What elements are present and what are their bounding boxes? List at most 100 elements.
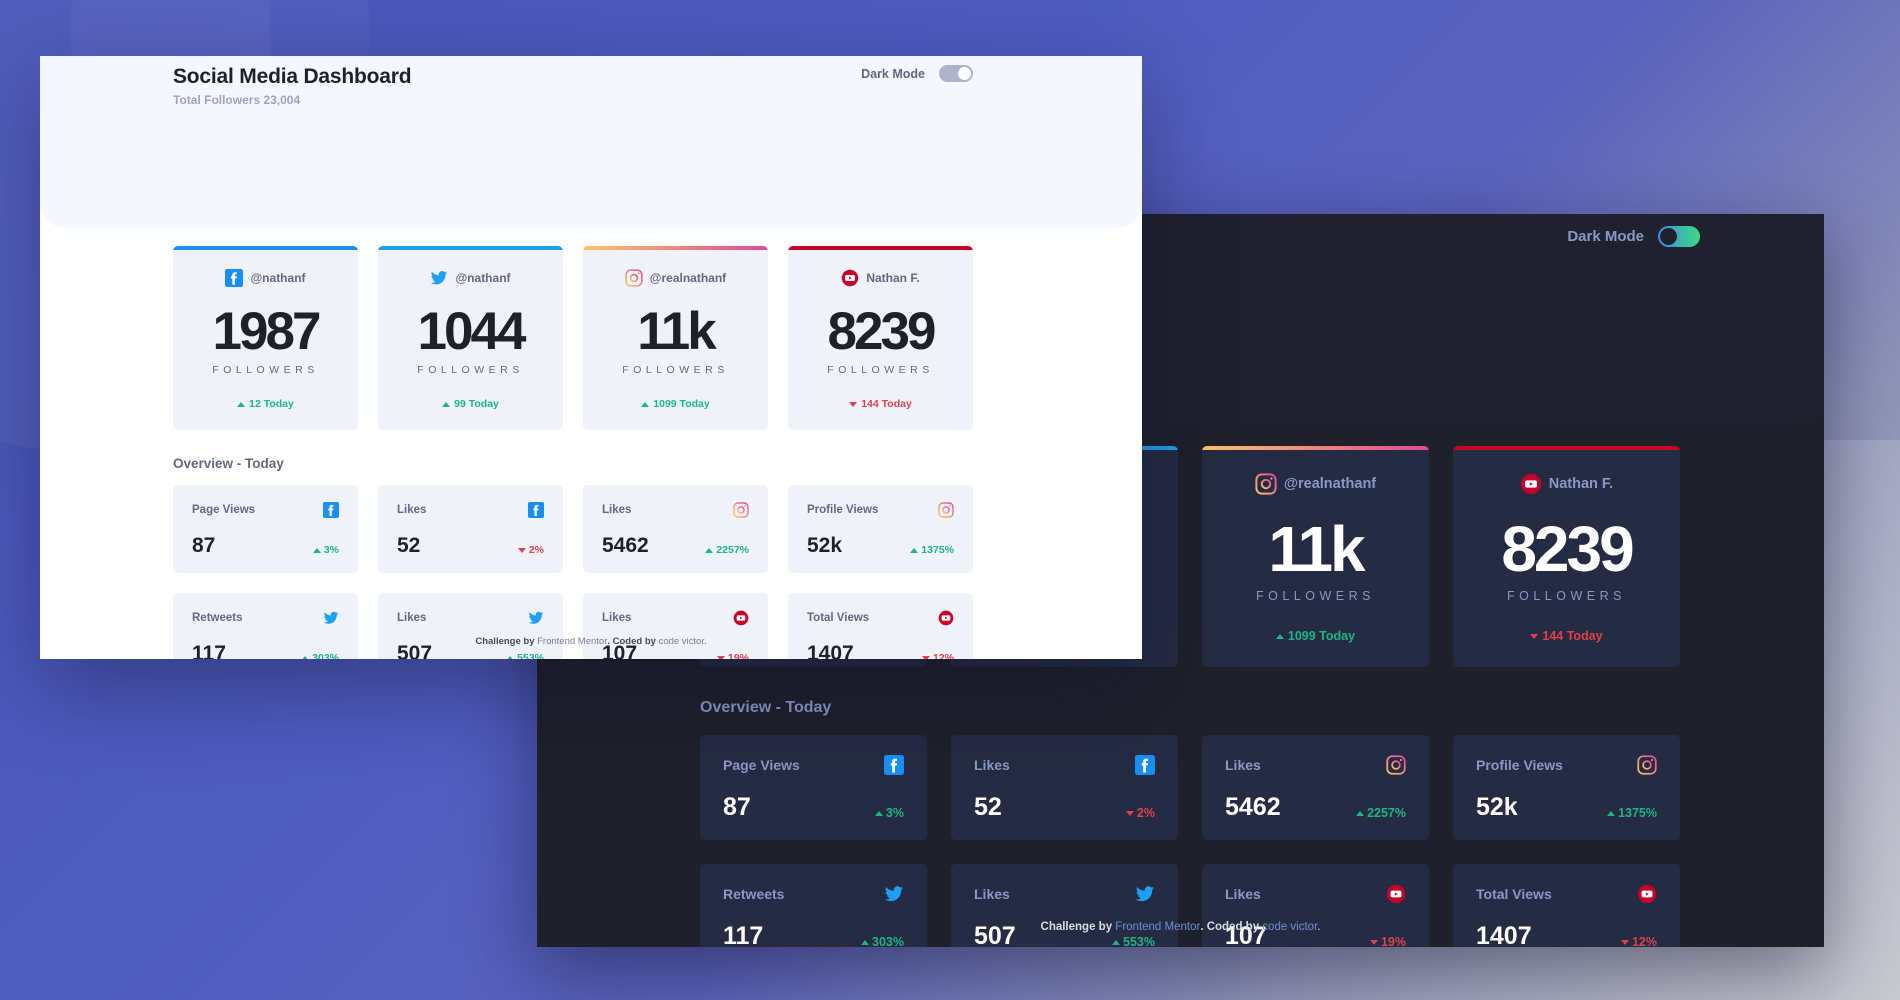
overview-metric-change: 12% [921, 652, 954, 659]
overview-card[interactable]: Likes 507 553% [951, 864, 1178, 947]
follower-card-youtube[interactable]: Nathan F. 8239 FOLLOWERS 144 Today [1453, 446, 1680, 667]
followers-caption: FOLLOWERS [212, 364, 319, 376]
overview-card-header: Likes [1225, 755, 1406, 775]
overview-card[interactable]: Profile Views 52k 1375% [788, 485, 973, 573]
follower-count: 11k [1268, 513, 1365, 585]
instagram-icon [625, 269, 643, 287]
overview-card[interactable]: Likes 107 19% [1202, 864, 1429, 947]
dark-mode-toggle-group[interactable]: Dark Mode [1567, 226, 1700, 247]
daily-change: 99 Today [378, 398, 563, 410]
arrow-up-icon [506, 655, 515, 659]
overview-change-value: 1375% [1618, 806, 1657, 820]
code-victor-link[interactable]: code victor [1262, 921, 1317, 933]
daily-change-value: 144 Today [1542, 629, 1603, 643]
overview-change-value: 12% [932, 652, 954, 659]
dark-mode-switch[interactable] [939, 65, 973, 82]
arrow-down-icon [921, 655, 930, 659]
overview-card-header: Total Views [1476, 884, 1657, 904]
youtube-icon [733, 610, 749, 626]
twitter-icon [528, 610, 544, 626]
account-handle: @realnathanf [649, 271, 727, 285]
arrow-down-icon [1530, 633, 1539, 639]
arrow-up-icon [910, 547, 919, 553]
attribution-middle: . Coded by [1200, 921, 1263, 933]
overview-card[interactable]: Retweets 117 303% [700, 864, 927, 947]
overview-card[interactable]: Likes 107 19% [583, 593, 768, 659]
arrow-down-icon [1369, 939, 1378, 945]
overview-metric-value: 52 [974, 793, 1002, 821]
overview-card-header: Likes [602, 502, 749, 518]
overview-card-header: Likes [602, 610, 749, 626]
overview-card[interactable]: Total Views 1407 12% [1453, 864, 1680, 947]
arrow-up-icon [705, 547, 714, 553]
twitter-icon [430, 269, 448, 287]
overview-card-body: 52 2% [397, 535, 544, 556]
daily-change: 1099 Today [1202, 629, 1429, 643]
account-handle: @nathanf [250, 271, 306, 285]
code-victor-link[interactable]: code victor [659, 636, 704, 647]
overview-card[interactable]: Likes 52 2% [951, 735, 1178, 840]
card-accent-bar [173, 246, 358, 250]
overview-card-body: 52k 1375% [807, 535, 954, 556]
overview-card[interactable]: Total Views 1407 12% [788, 593, 973, 659]
overview-card[interactable]: Likes 507 553% [378, 593, 563, 659]
overview-metric-change: 19% [716, 652, 749, 659]
overview-card-body: 52 2% [974, 793, 1155, 821]
frontend-mentor-link[interactable]: Frontend Mentor [1115, 921, 1200, 933]
light-mode-window[interactable]: Social Media Dashboard Total Followers 2… [40, 56, 1142, 659]
overview-metric-change: 303% [861, 935, 904, 947]
dark-mode-switch[interactable] [1658, 226, 1700, 247]
daily-change: 1099 Today [583, 398, 768, 410]
follower-card-facebook[interactable]: @nathanf 1987 FOLLOWERS 12 Today [173, 246, 358, 430]
follower-card-instagram[interactable]: @realnathanf 11k FOLLOWERS 1099 Today [583, 246, 768, 430]
instagram-icon [733, 502, 749, 518]
handle-row: @realnathanf [583, 269, 768, 287]
arrow-up-icon [237, 401, 246, 407]
overview-change-value: 1375% [921, 544, 954, 556]
overview-metric-value: 52k [807, 534, 843, 557]
attribution-middle: . Coded by [607, 636, 659, 647]
handle-row: Nathan F. [1453, 473, 1680, 495]
overview-card-header: Retweets [723, 884, 904, 904]
overview-cards-grid-dark: Page Views 87 3% Likes 52 2% Likes 5462 2257% Pro… [700, 735, 1680, 947]
overview-card[interactable]: Likes 52 2% [378, 485, 563, 573]
frontend-mentor-link[interactable]: Frontend Mentor [537, 636, 607, 647]
follower-count: 8239 [827, 302, 937, 361]
follower-card-instagram[interactable]: @realnathanf 11k FOLLOWERS 1099 Today [1202, 446, 1429, 667]
overview-metric-label: Likes [974, 886, 1010, 902]
account-handle: Nathan F. [1548, 476, 1614, 492]
overview-card-header: Profile Views [1476, 755, 1657, 775]
attribution-prefix: Challenge by [475, 636, 538, 647]
overview-card[interactable]: Page Views 87 3% [700, 735, 927, 840]
facebook-icon [528, 502, 544, 518]
overview-card-header: Likes [1225, 884, 1406, 904]
overview-metric-label: Total Views [807, 612, 870, 624]
overview-card-header: Profile Views [807, 502, 954, 518]
overview-card[interactable]: Profile Views 52k 1375% [1453, 735, 1680, 840]
follower-count: 8239 [1501, 513, 1634, 585]
daily-change-value: 144 Today [861, 398, 912, 410]
arrow-up-icon [301, 655, 310, 659]
twitter-icon [1135, 884, 1155, 904]
arrow-up-icon [312, 547, 321, 553]
overview-card[interactable]: Retweets 117 303% [173, 593, 358, 659]
overview-metric-label: Likes [1225, 886, 1261, 902]
follower-card-twitter[interactable]: @nathanf 1044 FOLLOWERS 99 Today [378, 246, 563, 430]
follower-card-youtube[interactable]: Nathan F. 8239 FOLLOWERS 144 Today [788, 246, 973, 430]
dark-mode-switch-knob [958, 67, 971, 80]
overview-metric-change: 553% [1112, 935, 1155, 947]
overview-card[interactable]: Likes 5462 2257% [1202, 735, 1429, 840]
overview-change-value: 2257% [716, 544, 749, 556]
dashboard-page-light: Social Media Dashboard Total Followers 2… [40, 56, 1142, 659]
attribution-light: Challenge by Frontend Mentor. Coded by c… [40, 636, 1142, 647]
overview-metric-change: 2257% [705, 544, 749, 556]
card-accent-bar [1453, 446, 1680, 450]
overview-card-body: 52k 1375% [1476, 795, 1657, 821]
follower-count: 11k [637, 302, 717, 361]
dashboard-header-light: Social Media Dashboard Total Followers 2… [173, 65, 973, 107]
dark-mode-toggle-group[interactable]: Dark Mode [861, 65, 973, 82]
overview-metric-change: 303% [301, 652, 339, 659]
overview-card[interactable]: Likes 5462 2257% [583, 485, 768, 573]
overview-card[interactable]: Page Views 87 3% [173, 485, 358, 573]
attribution-suffix: . [1317, 921, 1321, 933]
